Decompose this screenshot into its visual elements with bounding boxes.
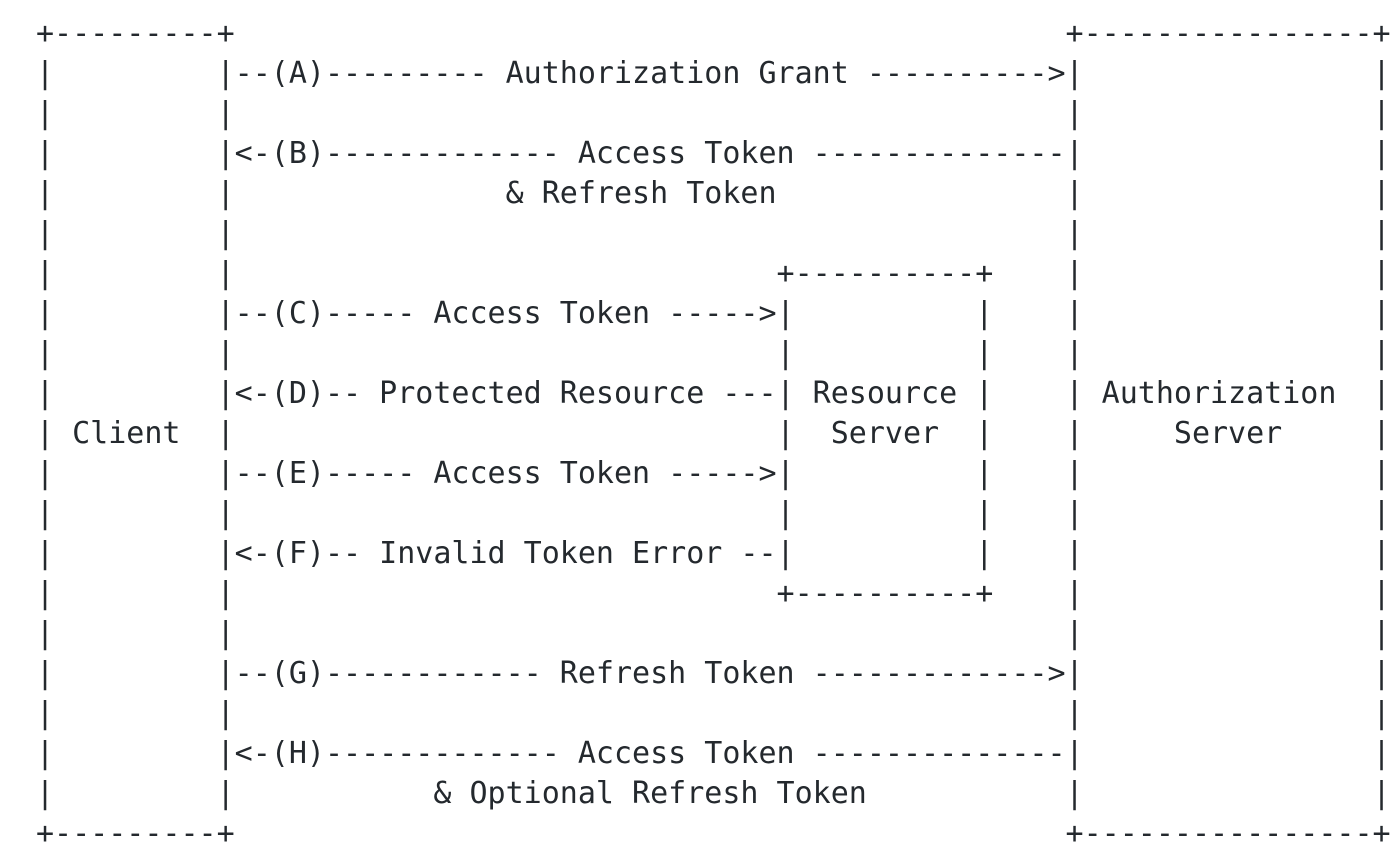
- oauth-protocol-flow-diagram: +---------+ +----------------+ | |--(A)-…: [36, 16, 1391, 851]
- diagram-title: OAuth 2.0 Abstract Protocol Flow: [0, 0, 1, 1]
- ascii-diagram-canvas: +---------+ +----------------+ | |--(A)-…: [0, 0, 1400, 851]
